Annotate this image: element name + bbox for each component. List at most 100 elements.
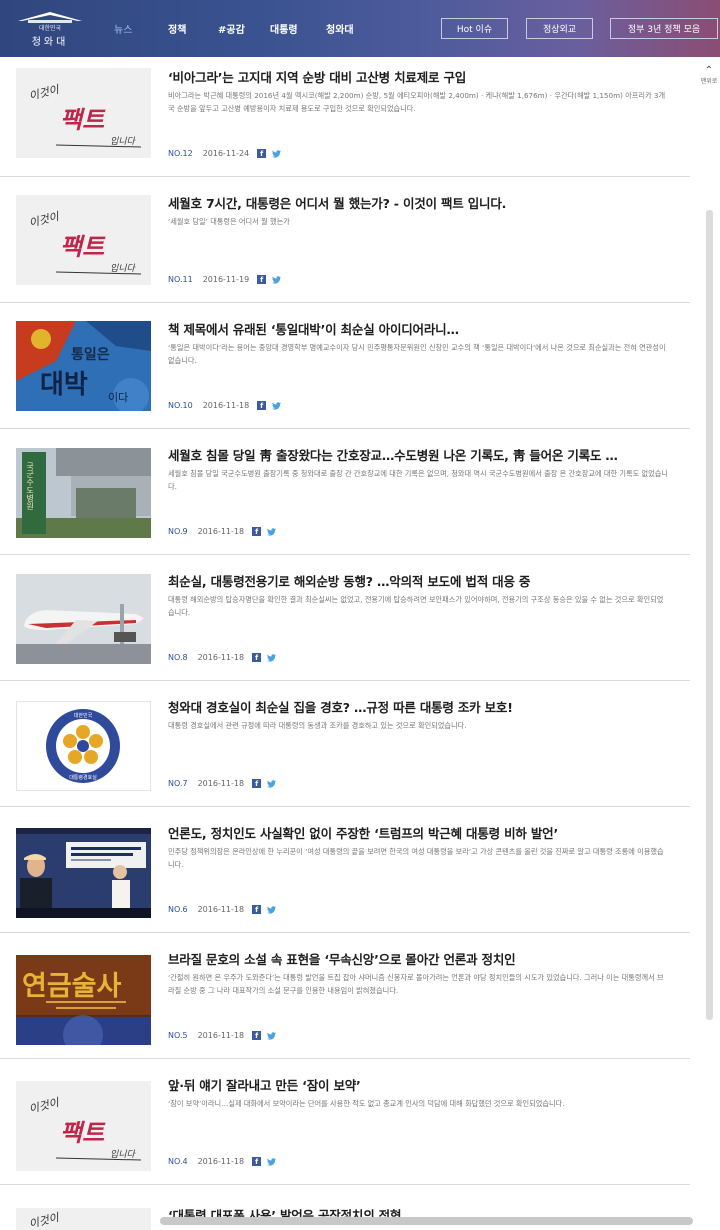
fact-thumbnail[interactable]: 이것이 팩트 입니다 <box>16 68 151 158</box>
presidential-airplane-photo <box>16 574 151 664</box>
facebook-icon[interactable]: f <box>257 275 267 284</box>
item-description: ‘잠이 보약’이라니…실제 대화에서 보약이라는 단어를 사용한 적도 없고 종… <box>168 1099 565 1108</box>
item-number: NO.6 <box>168 905 188 914</box>
airplane-thumbnail[interactable] <box>16 574 151 664</box>
twitter-icon[interactable] <box>267 1031 277 1040</box>
fact-thumbnail[interactable]: 이것이 팩트 입니다 <box>16 1081 151 1171</box>
item-title[interactable]: ‘비아그라’는 고지대 지역 순방 대비 고산병 치료제로 구입 <box>168 67 466 86</box>
twitter-icon[interactable] <box>272 401 282 410</box>
item-number: NO.9 <box>168 527 188 536</box>
item-meta: NO.7 2016-11-18 f <box>168 779 277 788</box>
twitter-icon[interactable] <box>267 1157 277 1166</box>
facebook-icon[interactable]: f <box>252 905 262 914</box>
fact-thumbnail[interactable]: 이것이 팩트 입니다 <box>16 195 151 285</box>
horizontal-scrollbar[interactable] <box>160 1217 693 1225</box>
book-cover-thumbnail[interactable]: 통일은 대박 이다 <box>16 321 151 411</box>
list-item[interactable]: 언론도, 정치인도 사실확인 없이 주장한 ‘트럼프의 박근혜 대통령 비하 발… <box>0 807 690 933</box>
item-description: 대통령 해외순방의 탑승자명단을 확인한 결과 최순실씨는 없었고, 전용기에 … <box>168 595 664 617</box>
item-title[interactable]: 세월호 침몰 당일 靑 출장왔다는 간호장교…수도병원 나온 기록도, 靑 들어… <box>168 445 618 464</box>
hospital-photo: 국군수도병원 <box>16 448 151 538</box>
list-item[interactable]: 연금술사 브라질 문호의 소설 속 표현을 ‘무속신앙’으로 몰아간 언론과 정… <box>0 933 690 1059</box>
item-title[interactable]: 청와대 경호실이 최순실 집을 경호? …규정 따른 대통령 조카 보호! <box>168 697 513 716</box>
item-meta: NO.4 2016-11-18 f <box>168 1157 277 1166</box>
svg-text:대한민국: 대한민국 <box>74 712 93 719</box>
item-date: 2016-11-18 <box>197 905 245 914</box>
item-meta: NO.8 2016-11-18 f <box>168 653 277 662</box>
svg-text:통일은: 통일은 <box>71 347 110 363</box>
item-number: NO.5 <box>168 1031 188 1040</box>
fact-logo-image: 이것이 팩트 입니다 <box>16 1081 151 1171</box>
nav-empathy[interactable]: #공감 <box>218 21 245 36</box>
facebook-icon[interactable]: f <box>252 1031 262 1040</box>
vertical-scrollbar[interactable] <box>706 210 713 1020</box>
site-logo[interactable]: 대한민국 청와대 <box>14 9 86 49</box>
nav-policy[interactable]: 정책 <box>168 21 186 36</box>
alchemist-book-thumbnail[interactable]: 연금술사 <box>16 955 151 1045</box>
facebook-icon[interactable]: f <box>257 149 267 158</box>
item-description: 비아그라는 박근혜 대통령의 2016년 4월 멕시코(해발 2,200m) 순… <box>168 91 666 113</box>
chevron-up-icon: ⌃ <box>704 65 714 76</box>
logo-subtitle: 대한민국 <box>38 25 62 32</box>
list-item[interactable]: 이것이 팩트 입니다 앞·뒤 얘기 잘라내고 만든 ‘잠이 보약’ ‘잠이 보약… <box>0 1059 690 1185</box>
news-broadcast-photo <box>16 828 151 918</box>
facebook-icon[interactable]: f <box>252 779 262 788</box>
hot-issue-button[interactable]: Hot 이슈 <box>441 18 508 39</box>
item-description: 세월호 침몰 당일 국군수도병원 출장기록 중 청와대로 출장 간 간호장교에 … <box>168 469 668 491</box>
fact-logo-image: 이것이 <box>16 1208 151 1230</box>
list-item[interactable]: 최순실, 대통령전용기로 해외순방 동행? …악의적 보도에 법적 대응 중 대… <box>0 555 690 681</box>
twitter-icon[interactable] <box>272 149 282 158</box>
item-description: 대통령 경호실에서 관련 규정에 따라 대통령의 동생과 조카를 경호하고 있는… <box>168 721 467 730</box>
svg-text:연금술사: 연금술사 <box>22 971 122 1002</box>
item-number: NO.11 <box>168 275 193 284</box>
item-meta: NO.12 2016-11-24 f <box>168 149 282 158</box>
twitter-icon[interactable] <box>267 527 277 536</box>
svg-text:국군수도병원: 국군수도병원 <box>26 462 35 510</box>
list-item[interactable]: 이것이 팩트 입니다 ‘비아그라’는 고지대 지역 순방 대비 고산병 치료제로… <box>0 51 690 177</box>
item-title[interactable]: 앞·뒤 얘기 잘라내고 만든 ‘잠이 보약’ <box>168 1075 361 1094</box>
emblem-thumbnail[interactable]: 대한민국 대통령경호실 <box>16 701 151 791</box>
item-number: NO.10 <box>168 401 193 410</box>
list-item[interactable]: 통일은 대박 이다 책 제목에서 유래된 ‘통일대박’이 최순실 아이디어라니…… <box>0 303 690 429</box>
hospital-thumbnail[interactable]: 국군수도병원 <box>16 448 151 538</box>
item-date: 2016-11-19 <box>202 275 250 284</box>
nav-cheongwadae[interactable]: 청와대 <box>326 21 354 36</box>
facebook-icon[interactable]: f <box>252 527 262 536</box>
logo-title: 청와대 <box>31 37 69 48</box>
facebook-icon[interactable]: f <box>252 653 262 662</box>
item-title[interactable]: 언론도, 정치인도 사실확인 없이 주장한 ‘트럼프의 박근혜 대통령 비하 발… <box>168 823 558 842</box>
list-item[interactable]: 이것이 팩트 입니다 세월호 7시간, 대통령은 어디서 뭘 했는가? - 이것… <box>0 177 690 303</box>
nav-news[interactable]: 뉴스 <box>114 21 132 36</box>
item-title[interactable]: 세월호 7시간, 대통령은 어디서 뭘 했는가? - 이것이 팩트 입니다. <box>168 193 506 212</box>
back-to-top-label: 맨위로 <box>700 78 718 85</box>
svg-text:입니다: 입니다 <box>110 1149 137 1160</box>
twitter-icon[interactable] <box>267 779 277 788</box>
twitter-icon[interactable] <box>267 653 277 662</box>
nav-president[interactable]: 대통령 <box>270 21 298 36</box>
alchemist-cover-image: 연금술사 <box>16 955 151 1045</box>
fact-thumbnail[interactable]: 이것이 <box>16 1208 151 1230</box>
news-capture-thumbnail[interactable] <box>16 828 151 918</box>
item-meta: NO.5 2016-11-18 f <box>168 1031 277 1040</box>
item-title[interactable]: 브라질 문호의 소설 속 표현을 ‘무속신앙’으로 몰아간 언론과 정치인 <box>168 949 516 968</box>
summit-diplomacy-button[interactable]: 정상외교 <box>526 18 593 39</box>
item-meta: NO.6 2016-11-18 f <box>168 905 277 914</box>
item-number: NO.4 <box>168 1157 188 1166</box>
twitter-icon[interactable] <box>267 905 277 914</box>
item-description: ‘간절히 원하면 온 우주가 도와준다’는 대통령 발언을 트집 잡아 샤머니즘… <box>168 973 664 995</box>
item-description: ‘세월호 당일’ 대통령은 어디서 뭘 했는가 <box>168 217 290 226</box>
back-to-top-button[interactable]: ⌃ 맨위로 <box>699 65 719 86</box>
item-title[interactable]: 최순실, 대통령전용기로 해외순방 동행? …악의적 보도에 법적 대응 중 <box>168 571 530 590</box>
item-date: 2016-11-24 <box>202 149 250 158</box>
list-item[interactable]: 국군수도병원 세월호 침몰 당일 靑 출장왔다는 간호장교…수도병원 나온 기록… <box>0 429 690 555</box>
policy-collection-button[interactable]: 정부 3년 정책 모음 <box>610 18 718 39</box>
list-item[interactable]: 대한민국 대통령경호실 청와대 경호실이 최순실 집을 경호? …규정 따른 대… <box>0 681 690 807</box>
svg-text:입니다: 입니다 <box>110 263 137 274</box>
facebook-icon[interactable]: f <box>252 1157 262 1166</box>
twitter-icon[interactable] <box>272 275 282 284</box>
item-title[interactable]: 책 제목에서 유래된 ‘통일대박’이 최순실 아이디어라니… <box>168 319 459 338</box>
facebook-icon[interactable]: f <box>257 401 267 410</box>
svg-text:대박: 대박 <box>40 370 88 400</box>
item-date: 2016-11-18 <box>197 779 245 788</box>
fact-logo-image: 이것이 팩트 입니다 <box>16 68 151 158</box>
svg-text:팩트: 팩트 <box>60 1118 106 1147</box>
